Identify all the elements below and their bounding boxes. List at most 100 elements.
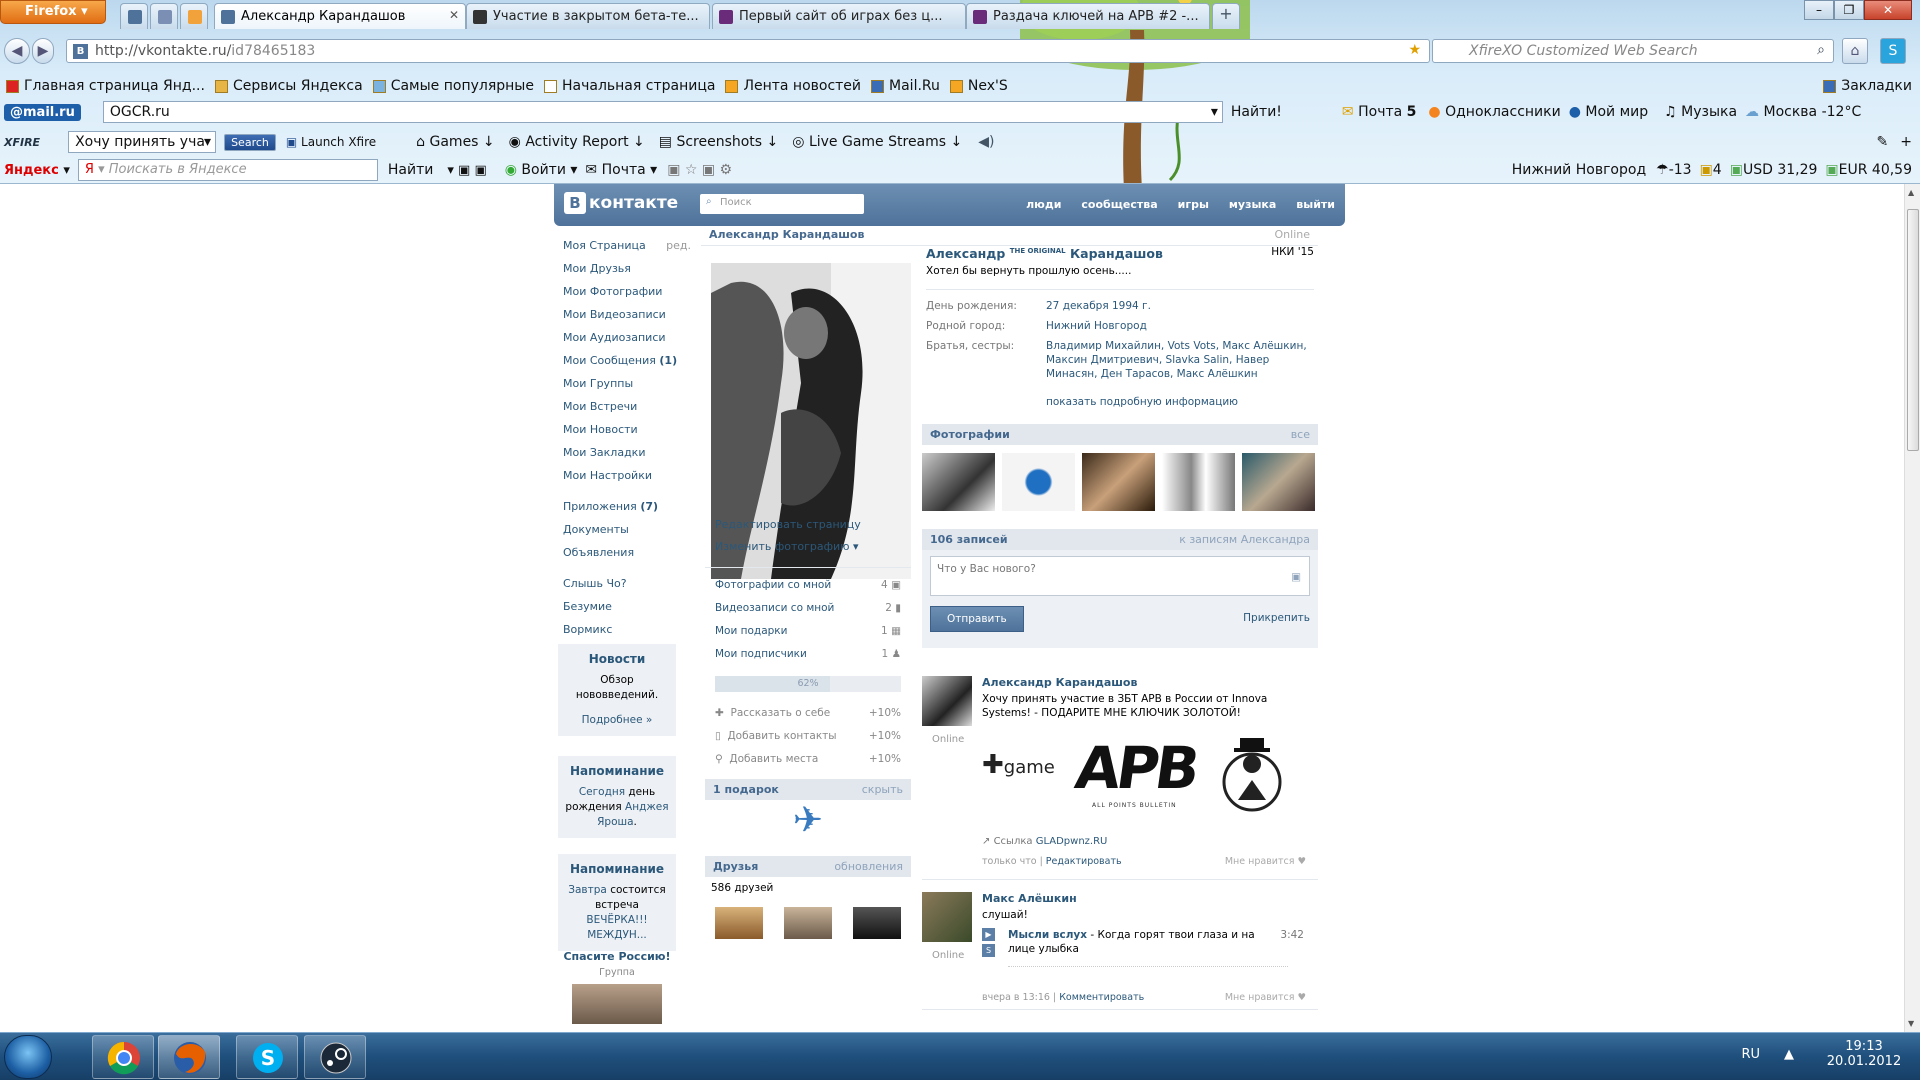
group-ad[interactable]: Спасите Россию! Группа <box>558 950 676 1024</box>
nav-people[interactable]: люди <box>1026 198 1061 211</box>
yandex-tools[interactable]: ▾ ▣ ▣ <box>447 163 486 178</box>
nav-communities[interactable]: сообщества <box>1081 198 1157 211</box>
menu-apps[interactable]: Приложения (7) <box>563 495 683 518</box>
nav-games[interactable]: игры <box>1178 198 1209 211</box>
scroll-up-icon[interactable]: ▲ <box>1908 188 1914 197</box>
start-button[interactable] <box>4 1035 52 1079</box>
stat-followers[interactable]: Мои подписчики 1 ♟ <box>715 643 901 666</box>
menu-app-1[interactable]: Слышь Чо? <box>563 572 683 595</box>
bookmark-star-icon[interactable]: ★ <box>1408 42 1421 58</box>
firefox-menu-button[interactable]: Firefox ▾ <box>0 0 106 24</box>
tray-arrow-icon[interactable]: ▲ <box>1784 1047 1794 1062</box>
clock[interactable]: 19:13 20.01.2012 <box>1824 1039 1904 1069</box>
yandex-eur[interactable]: ▣ EUR 40,59 <box>1825 162 1912 178</box>
xfire-status-input[interactable]: Хочу принять уча ▾ <box>68 131 217 153</box>
stat-photos-with-me[interactable]: Фотографии со мной 4 ▣ <box>715 574 901 597</box>
launch-xfire-button[interactable]: ▣ Launch Xfire <box>286 135 376 149</box>
chrome-taskbar-button[interactable] <box>92 1035 154 1079</box>
nav-music[interactable]: музыка <box>1229 198 1276 211</box>
pinned-tab-star[interactable] <box>180 3 208 29</box>
menu-my-page[interactable]: Моя Страница ред. <box>563 234 691 257</box>
post-author-avatar[interactable] <box>922 892 972 942</box>
forward-button[interactable]: ▶ <box>32 38 54 64</box>
maximize-button[interactable]: ❐ <box>1834 0 1864 20</box>
bookmark-item[interactable]: Лента новостей <box>725 78 861 94</box>
wall-link[interactable]: к записям Александра <box>1179 533 1310 546</box>
change-photo-link[interactable]: Изменить фотографию ▾ <box>701 536 915 558</box>
live-streams-menu[interactable]: ◎ Live Game Streams ↓ <box>792 134 962 150</box>
activity-report-menu[interactable]: ◉ Activity Report ↓ <box>509 134 645 150</box>
minimize-button[interactable]: – <box>1804 0 1834 20</box>
post-link[interactable]: ↗ Ссылка GLADpwnz.RU <box>982 836 1107 847</box>
back-button[interactable]: ◀ <box>4 38 30 64</box>
friend-avatar[interactable] <box>852 907 901 939</box>
yandex-extras[interactable]: ▣ ☆ ▣ ⚙ <box>667 162 732 178</box>
music-link[interactable]: ♫ Музыка <box>1664 104 1737 120</box>
tab-4[interactable]: Раздача ключей на APB #2 -... <box>966 3 1210 29</box>
home-icon[interactable]: ⌂ <box>1842 38 1868 64</box>
firefox-taskbar-button[interactable] <box>158 1035 220 1079</box>
skype-icon[interactable]: S <box>1880 38 1906 64</box>
tab-2[interactable]: Участие в закрытом бета-те... <box>466 3 710 29</box>
nav-logout[interactable]: выйти <box>1296 198 1335 211</box>
profile-school[interactable]: НКИ '15 <box>1271 246 1314 261</box>
task-about[interactable]: ✚ Рассказать о себе +10% <box>715 702 901 725</box>
menu-app-2[interactable]: Безумие <box>563 595 683 618</box>
yandex-traffic[interactable]: ▣ 4 <box>1700 162 1722 178</box>
screenshots-menu[interactable]: ▤ Screenshots ↓ <box>659 134 779 150</box>
pinned-tab-vk[interactable] <box>120 3 148 29</box>
show-more-info-link[interactable]: показать подробную информацию <box>922 384 1318 408</box>
bookmark-item[interactable]: Начальная страница <box>543 78 715 94</box>
bookmark-item[interactable]: Mail.Ru <box>871 78 940 94</box>
close-tab-icon[interactable]: ✕ <box>449 8 459 22</box>
audio-attachment[interactable]: ▶ S Мысли вслух - Когда горят твои глаза… <box>982 928 1312 967</box>
steam-taskbar-button[interactable] <box>304 1035 366 1079</box>
menu-photos[interactable]: Мои Фотографии <box>563 280 683 303</box>
menu-messages[interactable]: Мои Сообщения (1) <box>563 349 683 372</box>
mailru-logo[interactable]: @mail.ru <box>4 103 81 121</box>
attach-link[interactable]: Прикрепить <box>1243 612 1310 624</box>
news-more-link[interactable]: Подробнее » <box>582 714 653 726</box>
friend-avatar[interactable] <box>715 907 764 939</box>
vk-search-input[interactable]: ⌕ Поиск <box>700 194 864 214</box>
megaphone-icon[interactable]: ◀) <box>978 134 994 150</box>
friends-count[interactable]: 586 друзей <box>701 877 915 899</box>
send-button[interactable]: Отправить <box>930 606 1024 632</box>
menu-events[interactable]: Мои Встречи <box>563 395 683 418</box>
menu-ads[interactable]: Объявления <box>563 541 683 564</box>
menu-bookmarks[interactable]: Мои Закладки <box>563 441 683 464</box>
edit-page-link[interactable]: Редактировать страницу <box>701 514 915 536</box>
skype-taskbar-button[interactable]: S <box>236 1035 298 1079</box>
yandex-city[interactable]: Нижний Новгород <box>1512 162 1646 178</box>
gift-crane-image[interactable]: ✈ <box>701 800 915 850</box>
hometown-value[interactable]: Нижний Новгород <box>1046 316 1311 336</box>
yandex-usd[interactable]: ▣ USD 31,29 <box>1730 162 1818 178</box>
close-window-button[interactable]: ✕ <box>1864 0 1912 20</box>
menu-news[interactable]: Мои Новости <box>563 418 683 441</box>
siblings-value[interactable]: Владимир Михайлин, Vots Vots, Макс Алёшк… <box>1046 336 1311 384</box>
group-ad-image[interactable] <box>572 984 662 1024</box>
post-author-link[interactable]: Макс Алёшкин <box>982 892 1077 905</box>
friend-avatar[interactable] <box>783 907 832 939</box>
tab-1[interactable]: Александр Карандашов ✕ <box>214 3 466 29</box>
wrench-icon[interactable]: ✎ <box>1877 134 1889 150</box>
url-bar[interactable]: Bhttp://vkontakte.ru/id78465183 ★ <box>66 39 1430 63</box>
task-contacts[interactable]: ▯ Добавить контакты +10% <box>715 725 901 748</box>
xfire-search-button[interactable]: Search <box>224 133 276 151</box>
menu-app-3[interactable]: Вормикс <box>563 618 683 641</box>
photos-all-link[interactable]: все <box>1291 428 1310 441</box>
bookmark-item[interactable]: Nex'S <box>949 78 1008 94</box>
menu-documents[interactable]: Документы <box>563 518 683 541</box>
language-indicator[interactable]: RU <box>1741 1047 1760 1062</box>
mailru-find-button[interactable]: Найти! <box>1231 104 1282 120</box>
camera-icon[interactable]: ▣ <box>1291 571 1301 583</box>
vertical-scrollbar[interactable]: ▲ ▼ <box>1904 184 1920 1032</box>
vk-logo[interactable]: Вконтакте <box>564 192 678 214</box>
photo-thumb[interactable] <box>1162 453 1235 511</box>
edit-post-link[interactable]: Редактировать <box>1046 856 1122 867</box>
add-toolbar-icon[interactable]: + <box>1900 134 1912 150</box>
mailru-mail-link[interactable]: ✉ Почта 5 <box>1342 104 1417 120</box>
odnoklassniki-link[interactable]: ● Одноклассники <box>1428 104 1560 120</box>
games-menu[interactable]: ⌂ Games ↓ <box>416 134 495 150</box>
mailru-search-input[interactable]: OGCR.ru ▾ <box>102 101 1223 123</box>
